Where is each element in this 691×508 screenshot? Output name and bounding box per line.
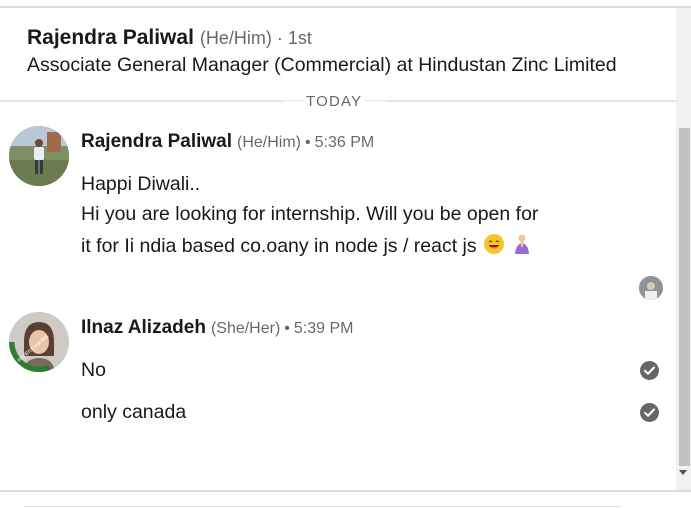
sender-pronouns: (She/Her) bbox=[210, 320, 281, 337]
avatar-photo-icon bbox=[9, 126, 69, 186]
sender-pronouns: (He/Him) bbox=[237, 134, 302, 151]
read-check-icon bbox=[640, 403, 659, 422]
avatar-photo-icon: #OPENTOWORK bbox=[9, 312, 69, 372]
conversation-header: Rajendra Paliwal (He/Him) · 1st Associate G… bbox=[0, 8, 676, 101]
time-separator: • bbox=[284, 320, 290, 337]
message-text-line: it for Ii ndia based co.oany in node js … bbox=[81, 233, 533, 261]
date-divider-label: TODAY bbox=[303, 93, 366, 110]
date-divider: TODAY bbox=[0, 92, 676, 112]
scroll-down-arrow-icon[interactable] bbox=[679, 470, 687, 475]
message-text: No bbox=[81, 359, 106, 381]
sender-avatar[interactable]: #OPENTOWORK bbox=[9, 312, 69, 372]
message-text: it for Ii ndia based co.oany in node js … bbox=[81, 235, 477, 257]
receipt-photo-icon bbox=[639, 276, 663, 300]
message-time: 5:36 PM bbox=[314, 134, 375, 151]
connection-degree: 1st bbox=[287, 28, 312, 48]
divider-line-right bbox=[386, 101, 676, 102]
message-text: Happi Diwali.. bbox=[81, 173, 201, 195]
message-text: only canada bbox=[81, 401, 187, 423]
header-pronouns: (He/Him) bbox=[199, 28, 272, 48]
sender-avatar[interactable] bbox=[9, 126, 69, 186]
praying-hands-emoji bbox=[511, 233, 533, 261]
seen-receipt-avatar bbox=[639, 276, 663, 300]
message-header: Ilnaz Alizadeh (She/Her) • 5:39 PM bbox=[81, 317, 354, 339]
divider-line-left bbox=[0, 101, 285, 102]
time-separator: • bbox=[305, 134, 311, 151]
composer-top-line bbox=[24, 506, 621, 507]
header-separator: · bbox=[276, 28, 283, 48]
message-text: Hi you are looking for internship. Will … bbox=[81, 203, 539, 225]
grinning-face-emoji bbox=[483, 233, 505, 261]
header-headline: Associate General Manager (Commercial) a… bbox=[27, 54, 617, 76]
header-name-row: Rajendra Paliwal (He/Him) · 1st bbox=[27, 26, 312, 50]
read-check-icon bbox=[640, 361, 659, 380]
sender-name[interactable]: Ilnaz Alizadeh bbox=[81, 317, 206, 338]
sender-name[interactable]: Rajendra Paliwal bbox=[81, 131, 232, 152]
scrollbar-thumb[interactable] bbox=[679, 128, 690, 466]
composer-separator bbox=[0, 490, 691, 492]
message-time: 5:39 PM bbox=[293, 320, 354, 337]
header-name[interactable]: Rajendra Paliwal bbox=[27, 26, 194, 49]
message-header: Rajendra Paliwal (He/Him) • 5:36 PM bbox=[81, 131, 374, 153]
